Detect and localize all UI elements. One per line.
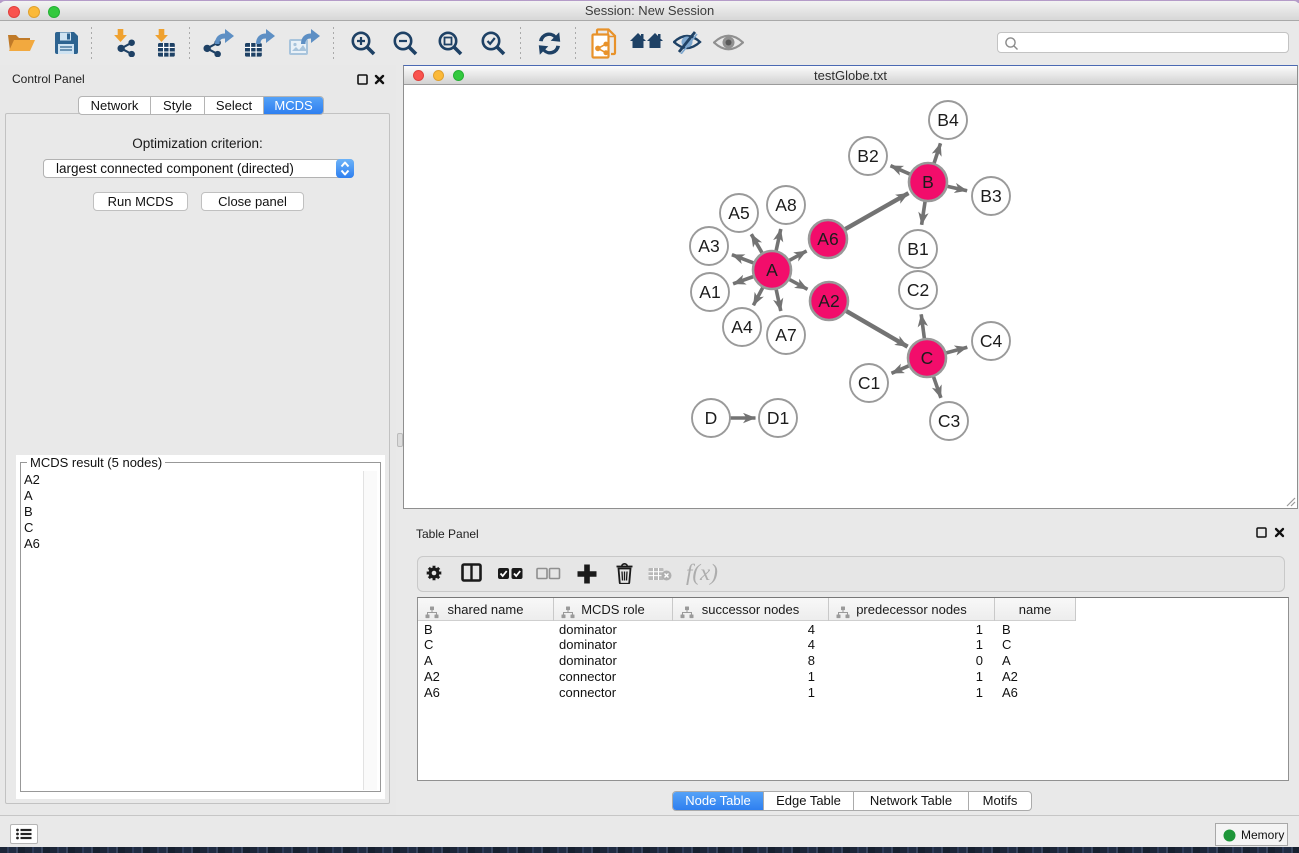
- svg-text:C: C: [921, 348, 934, 368]
- svg-text:A8: A8: [775, 195, 796, 215]
- svg-text:C4: C4: [980, 331, 1003, 351]
- svg-text:A1: A1: [699, 282, 720, 302]
- svg-text:A2: A2: [818, 291, 839, 311]
- svg-text:A5: A5: [728, 203, 749, 223]
- svg-text:C2: C2: [907, 280, 929, 300]
- svg-text:B4: B4: [937, 110, 959, 130]
- svg-text:D: D: [705, 408, 718, 428]
- svg-text:B: B: [922, 172, 934, 192]
- svg-text:C3: C3: [938, 411, 960, 431]
- svg-text:B3: B3: [980, 186, 1001, 206]
- svg-text:B2: B2: [857, 146, 878, 166]
- svg-text:A4: A4: [731, 317, 753, 337]
- svg-text:A: A: [766, 260, 778, 280]
- svg-text:A3: A3: [698, 236, 719, 256]
- svg-text:A6: A6: [817, 229, 838, 249]
- svg-text:D1: D1: [767, 408, 789, 428]
- svg-text:B1: B1: [907, 239, 928, 259]
- svg-text:A7: A7: [775, 325, 796, 345]
- svg-text:C1: C1: [858, 373, 880, 393]
